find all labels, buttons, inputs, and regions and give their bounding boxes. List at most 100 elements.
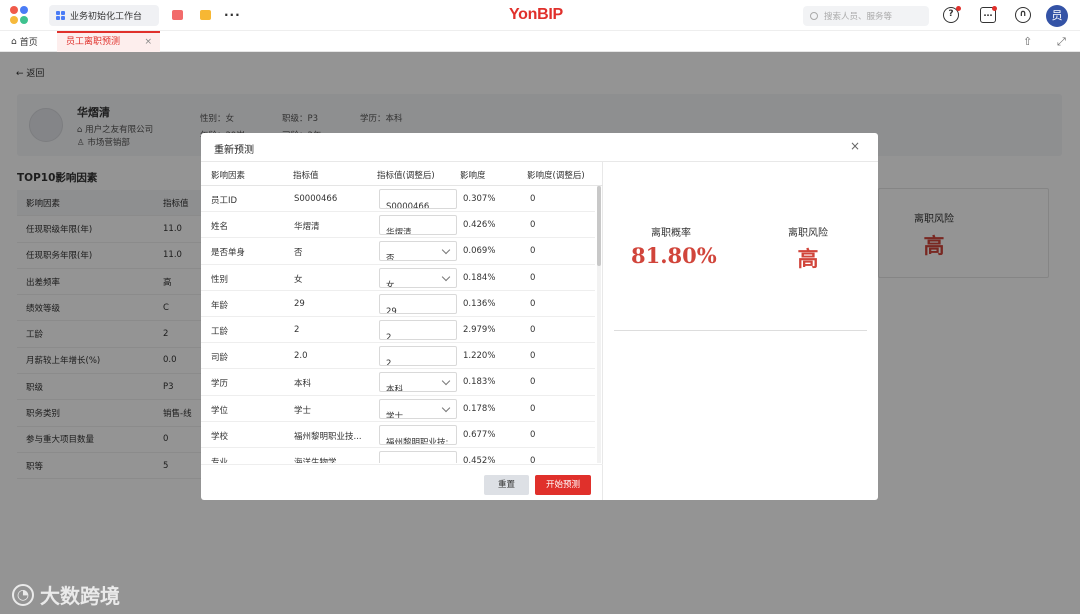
factor-row: 学校 福州黎明职业技... 福州黎明职业技: 0.677% 0 bbox=[201, 422, 595, 448]
col-adjusted: 指标值(调整后) bbox=[377, 171, 435, 181]
value-cell: S0000466 bbox=[294, 194, 338, 204]
impact-cell: 0.136% bbox=[463, 298, 496, 309]
global-search-input[interactable]: 搜索人员、服务等 bbox=[803, 6, 929, 26]
impact-adjusted-cell: 0 bbox=[530, 456, 536, 463]
impact-cell: 2.979% bbox=[463, 325, 496, 335]
adjusted-input[interactable]: 华熠清 bbox=[379, 215, 457, 236]
impact-adjusted-cell: 0 bbox=[530, 351, 536, 362]
value-cell: 女 bbox=[294, 274, 303, 285]
factor-row: 司龄 2.0 2 1.220% 0 bbox=[201, 343, 595, 370]
probability-label: 离职概率 bbox=[651, 228, 691, 239]
top-bar: 业务初始化工作台 ··· YonBIP 搜索人员、服务等 ? … ∩ 员 bbox=[0, 0, 1080, 31]
impact-adjusted-cell: 0 bbox=[530, 246, 536, 257]
adjusted-input[interactable]: 29 bbox=[379, 293, 457, 314]
reset-button[interactable]: 重置 bbox=[484, 475, 529, 495]
tab-active-label: 员工离职预测 bbox=[66, 37, 121, 47]
adjusted-input[interactable]: S0000466 bbox=[379, 189, 457, 209]
impact-cell: 0.069% bbox=[463, 246, 496, 257]
modal-footer: 重置 开始预测 bbox=[201, 464, 603, 500]
tab-close-icon[interactable]: × bbox=[144, 33, 152, 51]
factor-row: 年龄 29 29 0.136% 0 bbox=[201, 291, 595, 317]
adjusted-value: 华熠清 bbox=[386, 228, 412, 236]
factor-cell: 工龄 bbox=[211, 327, 229, 337]
chevron-down-icon bbox=[441, 377, 451, 386]
modal-close-icon[interactable]: × bbox=[850, 139, 860, 153]
factor-cell: 性别 bbox=[211, 274, 229, 285]
adjusted-select[interactable]: 本科 bbox=[379, 372, 457, 393]
scrollbar-thumb[interactable] bbox=[597, 186, 601, 266]
start-prediction-button[interactable]: 开始预测 bbox=[535, 475, 591, 495]
repredict-modal: 重新预测 × 影响因素 指标值 指标值(调整后) 影响度 影响度(调整后) 员工… bbox=[201, 133, 878, 500]
cart-app-icon[interactable] bbox=[200, 10, 211, 20]
impact-cell: 0.307% bbox=[463, 194, 496, 204]
app-grid-logo-icon[interactable] bbox=[10, 6, 30, 26]
adjusted-input[interactable]: 2 bbox=[379, 346, 457, 367]
adjusted-value: 29 bbox=[386, 306, 397, 314]
upload-icon[interactable]: ⇧ bbox=[1023, 35, 1032, 48]
result-panel: 离职概率 81.80% 离职风险 高 bbox=[603, 162, 878, 500]
chevron-down-icon bbox=[441, 272, 451, 281]
value-cell: 29 bbox=[294, 298, 305, 309]
result-divider bbox=[614, 330, 867, 331]
impact-adjusted-cell: 0 bbox=[530, 298, 536, 309]
adjusted-value: 海洋生物学 bbox=[386, 460, 429, 463]
value-cell: 华熠清 bbox=[294, 222, 320, 233]
value-cell: 福州黎明职业技... bbox=[294, 431, 362, 442]
adjusted-select[interactable]: 学士 bbox=[379, 398, 457, 419]
adjusted-select[interactable]: 女 bbox=[379, 267, 457, 288]
value-cell: 学士 bbox=[294, 405, 312, 416]
value-cell: 否 bbox=[294, 248, 303, 259]
search-placeholder: 搜索人员、服务等 bbox=[824, 12, 893, 22]
fullscreen-icon[interactable]: ⤢ bbox=[1057, 35, 1066, 49]
adjusted-input[interactable]: 福州黎明职业技: bbox=[379, 424, 457, 445]
workbench-tab-label: 业务初始化工作台 bbox=[70, 12, 143, 22]
brand-logo: YonBIP bbox=[509, 6, 563, 23]
risk-label: 离职风险 bbox=[788, 228, 828, 239]
factor-row: 工龄 2 2 2.979% 0 bbox=[201, 317, 595, 344]
impact-cell: 0.183% bbox=[463, 377, 496, 388]
impact-adjusted-cell: 0 bbox=[530, 272, 536, 283]
value-cell: 海洋生物学 bbox=[294, 458, 337, 463]
factor-cell: 学历 bbox=[211, 379, 229, 390]
factor-table-body: 员工ID S0000466 S0000466 0.307% 0 姓名 华熠清 华熠清 0.426… bbox=[201, 186, 595, 463]
adjusted-value: 2 bbox=[386, 333, 392, 340]
adjusted-input[interactable]: 2 bbox=[379, 320, 457, 340]
watermark-logo-icon: ◔ bbox=[12, 583, 34, 606]
impact-adjusted-cell: 0 bbox=[530, 377, 536, 388]
factor-table-header: 影响因素 指标值 指标值(调整后) 影响度 影响度(调整后) bbox=[201, 162, 603, 186]
factor-cell: 学校 bbox=[211, 431, 229, 442]
factor-cell: 专业 bbox=[211, 458, 229, 463]
value-cell: 本科 bbox=[294, 379, 312, 390]
adjusted-value: 学士 bbox=[386, 411, 404, 419]
adjusted-value: 否 bbox=[386, 254, 395, 262]
tab-attrition-prediction[interactable]: 员工离职预测 × bbox=[57, 31, 160, 52]
adjusted-input[interactable]: 海洋生物学 bbox=[379, 451, 457, 463]
factor-row: 学位 学士 学士 0.178% 0 bbox=[201, 396, 595, 422]
risk-value: 高 bbox=[797, 246, 819, 271]
factor-row: 性别女女 0.184% 0 bbox=[201, 265, 595, 291]
impact-cell: 1.220% bbox=[463, 351, 496, 362]
impact-cell: 0.178% bbox=[463, 403, 496, 414]
risk-metric: 离职风险 高 bbox=[783, 224, 833, 273]
adjusted-value: S0000466 bbox=[386, 202, 430, 209]
table-scrollbar[interactable] bbox=[597, 186, 601, 463]
tab-home[interactable]: ⌂ 首页 bbox=[11, 35, 38, 49]
message-app-icon[interactable] bbox=[172, 10, 183, 20]
factor-row: 姓名 华熠清 华熠清 0.426% 0 bbox=[201, 212, 595, 239]
factor-cell: 姓名 bbox=[211, 222, 229, 233]
tab-home-label: 首页 bbox=[19, 38, 38, 48]
user-avatar[interactable]: 员 bbox=[1046, 5, 1068, 27]
impact-cell: 0.677% bbox=[463, 429, 496, 440]
message-dot bbox=[992, 6, 997, 11]
col-impact-adjusted: 影响度(调整后) bbox=[527, 171, 585, 181]
workbench-tab[interactable]: 业务初始化工作台 bbox=[49, 5, 159, 26]
adjusted-select[interactable]: 否 bbox=[379, 241, 457, 262]
more-icon[interactable]: ··· bbox=[224, 8, 241, 22]
impact-adjusted-cell: 0 bbox=[530, 429, 536, 440]
headset-icon[interactable]: ∩ bbox=[1015, 7, 1031, 23]
adjusted-value: 本科 bbox=[386, 385, 404, 393]
col-value: 指标值 bbox=[293, 171, 319, 181]
home-icon: ⌂ bbox=[11, 36, 17, 47]
factor-cell: 学位 bbox=[211, 405, 229, 416]
tab-bar: ⌂ 首页 员工离职预测 × ⇧ ⤢ bbox=[0, 31, 1080, 52]
